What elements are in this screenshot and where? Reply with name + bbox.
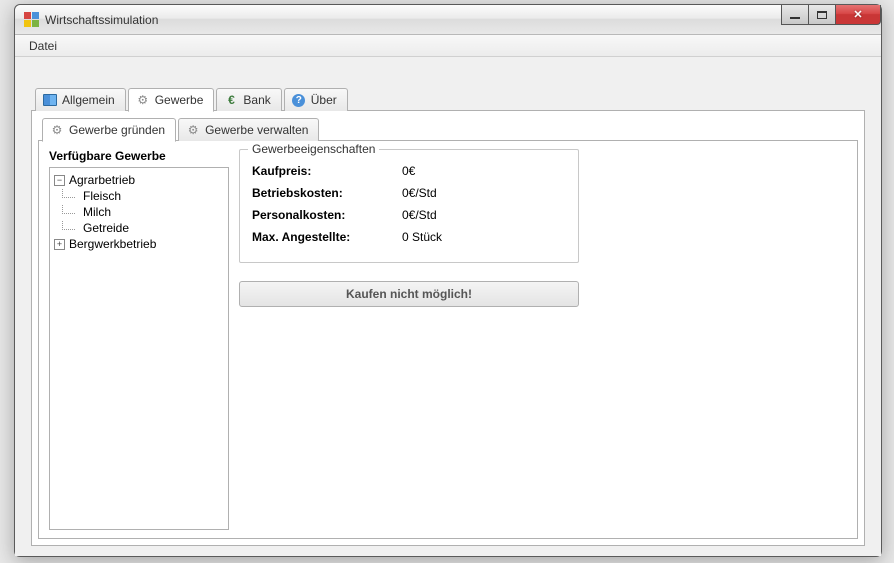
properties-fieldset: Gewerbeeigenschaften Kaufpreis: 0€ Betri… xyxy=(239,149,579,263)
gear-edit-icon: ⚙ xyxy=(185,122,201,138)
close-button[interactable]: ✕ xyxy=(835,5,881,25)
app-window: Wirtschaftssimulation ✕ Datei Allgemein … xyxy=(14,4,882,557)
money-icon: € xyxy=(223,92,239,108)
tab-label: Bank xyxy=(243,93,270,107)
tree-node-getreide[interactable]: Getreide xyxy=(74,220,224,236)
tree-node-bergwerk[interactable]: + Bergwerkbetrieb xyxy=(54,236,224,252)
fieldset-legend: Gewerbeeigenschaften xyxy=(248,142,379,156)
tree-node-agrar[interactable]: − Agrarbetrieb xyxy=(54,172,224,188)
tree-node-label: Fleisch xyxy=(83,189,121,203)
menubar: Datei xyxy=(15,35,881,57)
maximize-icon xyxy=(817,11,827,19)
subtab-label: Gewerbe gründen xyxy=(69,123,165,137)
tab-label: Über xyxy=(311,93,337,107)
menu-file[interactable]: Datei xyxy=(21,37,65,55)
help-icon: ? xyxy=(291,92,307,108)
subtab-gruenden[interactable]: ⚙ Gewerbe gründen xyxy=(42,118,176,142)
minimize-button[interactable] xyxy=(781,5,809,25)
tab-panel-gewerbe: ⚙ Gewerbe gründen ⚙ Gewerbe verwalten Ve… xyxy=(31,110,865,546)
minimize-icon xyxy=(790,17,800,19)
left-column: Verfügbare Gewerbe − Agrarbetrieb Fleisc… xyxy=(49,149,229,530)
window-controls: ✕ xyxy=(782,5,881,25)
close-icon: ✕ xyxy=(853,8,862,21)
gear-add-icon: ⚙ xyxy=(49,122,65,138)
tree-node-label: Getreide xyxy=(83,221,129,235)
app-icon xyxy=(23,12,39,28)
prop-value: 0 Stück xyxy=(402,230,442,244)
prop-label: Personalkosten: xyxy=(252,208,402,222)
subtab-label: Gewerbe verwalten xyxy=(205,123,308,137)
prop-value: 0€/Std xyxy=(402,186,437,200)
prop-row-betriebskosten: Betriebskosten: 0€/Std xyxy=(252,182,566,204)
available-businesses-heading: Verfügbare Gewerbe xyxy=(49,149,229,163)
prop-row-kaufpreis: Kaufpreis: 0€ xyxy=(252,160,566,182)
content-area: Allgemein ⚙ Gewerbe € Bank ? Über ⚙ Gewe… xyxy=(15,57,881,556)
prop-row-personalkosten: Personalkosten: 0€/Std xyxy=(252,204,566,226)
right-column: Gewerbeeigenschaften Kaufpreis: 0€ Betri… xyxy=(239,149,579,530)
prop-value: 0€ xyxy=(402,164,415,178)
buy-button[interactable]: Kaufen nicht möglich! xyxy=(239,281,579,307)
subtab-verwalten[interactable]: ⚙ Gewerbe verwalten xyxy=(178,118,319,141)
prop-label: Kaufpreis: xyxy=(252,164,402,178)
sub-tabstrip: ⚙ Gewerbe gründen ⚙ Gewerbe verwalten xyxy=(38,117,858,140)
tree-children-agrar: Fleisch Milch Getreide xyxy=(54,188,224,236)
tab-ueber[interactable]: ? Über xyxy=(284,88,348,111)
expand-icon[interactable]: + xyxy=(54,239,65,250)
prop-label: Betriebskosten: xyxy=(252,186,402,200)
tab-label: Gewerbe xyxy=(155,93,204,107)
tab-label: Allgemein xyxy=(62,93,115,107)
tree-node-label: Milch xyxy=(83,205,111,219)
prop-row-max-angestellte: Max. Angestellte: 0 Stück xyxy=(252,226,566,248)
tab-allgemein[interactable]: Allgemein xyxy=(35,88,126,111)
prop-value: 0€/Std xyxy=(402,208,437,222)
tree-node-label: Bergwerkbetrieb xyxy=(69,237,156,251)
maximize-button[interactable] xyxy=(808,5,836,25)
main-tabstrip: Allgemein ⚙ Gewerbe € Bank ? Über xyxy=(31,87,865,110)
subtab-panel-gruenden: Verfügbare Gewerbe − Agrarbetrieb Fleisc… xyxy=(38,140,858,539)
business-treeview[interactable]: − Agrarbetrieb Fleisch Milch Getreide + … xyxy=(49,167,229,530)
window-title: Wirtschaftssimulation xyxy=(45,13,158,27)
tree-node-label: Agrarbetrieb xyxy=(69,173,135,187)
titlebar[interactable]: Wirtschaftssimulation ✕ xyxy=(15,5,881,35)
book-icon xyxy=(42,92,58,108)
tree-node-milch[interactable]: Milch xyxy=(74,204,224,220)
tab-gewerbe[interactable]: ⚙ Gewerbe xyxy=(128,88,215,112)
gear-icon: ⚙ xyxy=(135,92,151,108)
prop-label: Max. Angestellte: xyxy=(252,230,402,244)
tree-node-fleisch[interactable]: Fleisch xyxy=(74,188,224,204)
collapse-icon[interactable]: − xyxy=(54,175,65,186)
tab-bank[interactable]: € Bank xyxy=(216,88,281,111)
